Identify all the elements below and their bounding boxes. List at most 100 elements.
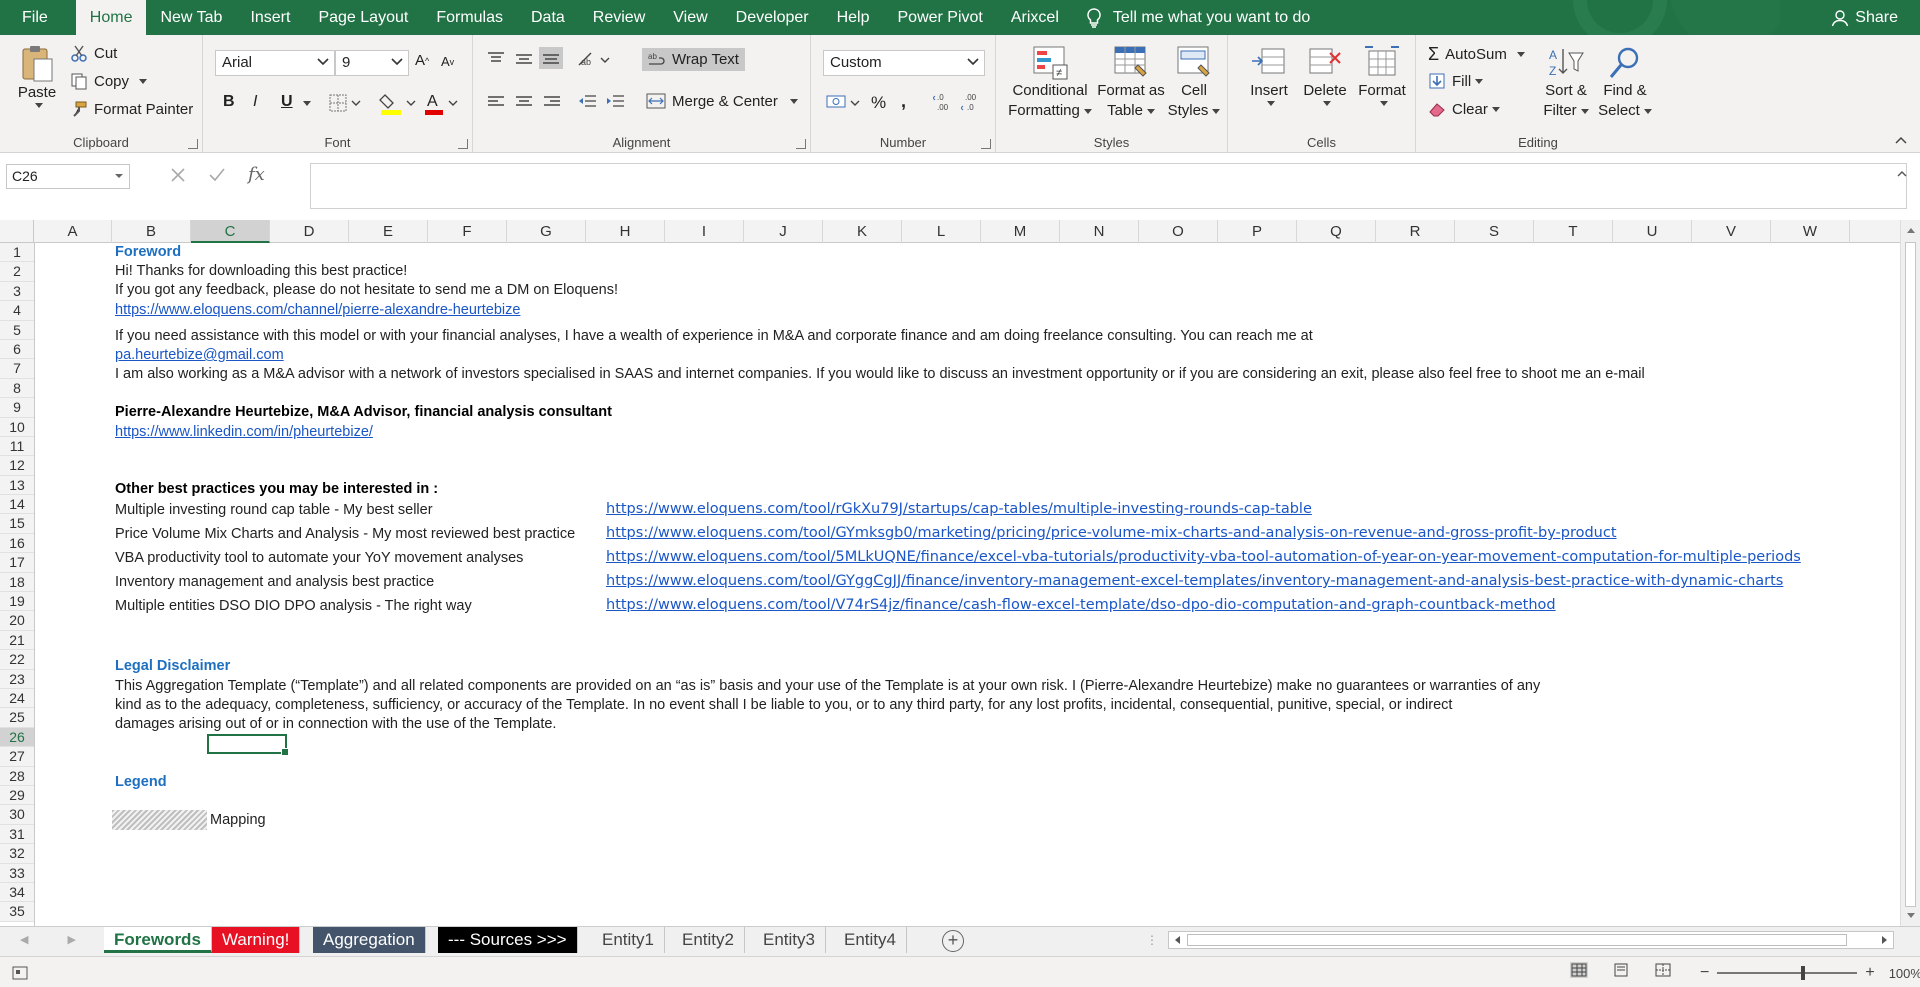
practice-link[interactable]: https://www.eloquens.com/tool/GYggCgJJ/f… xyxy=(606,572,1783,591)
row-header-25[interactable]: 25 xyxy=(0,708,34,728)
increase-indent-icon[interactable] xyxy=(605,93,625,111)
normal-view-icon[interactable] xyxy=(1570,962,1588,978)
column-header-s[interactable]: S xyxy=(1455,220,1534,243)
row-header-5[interactable]: 5 xyxy=(0,320,34,340)
increase-font-icon[interactable]: A ^ xyxy=(415,52,429,69)
tab-scroll-arrows[interactable]: ◀ ▶ xyxy=(20,933,94,946)
bold-button[interactable]: B xyxy=(223,93,235,111)
column-header-c[interactable]: C xyxy=(191,220,270,243)
menu-formulas[interactable]: Formulas xyxy=(422,0,517,35)
zoom-level[interactable]: 100% xyxy=(1889,966,1920,981)
page-layout-view-icon[interactable] xyxy=(1612,962,1630,978)
format-as-table-button[interactable]: Format as Table xyxy=(1096,45,1166,121)
row-header-7[interactable]: 7 xyxy=(0,359,34,379)
row-header-4[interactable]: 4 xyxy=(0,301,34,321)
scroll-down-icon[interactable] xyxy=(1906,912,1916,920)
zoom-slider-knob[interactable] xyxy=(1801,966,1806,980)
eloquens-channel-link[interactable]: https://www.eloquens.com/channel/pierre-… xyxy=(115,301,520,320)
row-header-21[interactable]: 21 xyxy=(0,630,34,651)
row-header-18[interactable]: 18 xyxy=(0,572,34,593)
page-break-view-icon[interactable] xyxy=(1654,962,1672,978)
clear-button[interactable]: Clear xyxy=(1428,100,1500,118)
menu-insert[interactable]: Insert xyxy=(236,0,304,35)
tab-entity1[interactable]: Entity1 xyxy=(592,927,665,953)
horizontal-scroll-thumb[interactable] xyxy=(1187,934,1847,946)
row-header-2[interactable]: 2 xyxy=(0,262,34,282)
row-header-12[interactable]: 12 xyxy=(0,456,34,476)
row-header-14[interactable]: 14 xyxy=(0,495,34,515)
column-header-n[interactable]: N xyxy=(1060,220,1139,243)
vertical-scrollbar[interactable] xyxy=(1900,220,1920,926)
increase-decimal-icon[interactable]: .0.00 xyxy=(933,91,955,113)
practice-link[interactable]: https://www.eloquens.com/tool/5MLkUQNE/f… xyxy=(606,548,1801,567)
align-center-icon[interactable] xyxy=(515,95,533,109)
tab-entity3[interactable]: Entity3 xyxy=(753,927,826,953)
menu-arixcel[interactable]: Arixcel xyxy=(997,0,1073,35)
fill-button[interactable]: Fill xyxy=(1428,72,1484,90)
menu-new-tab[interactable]: New Tab xyxy=(146,0,236,35)
row-header-22[interactable]: 22 xyxy=(0,650,34,670)
zoom-slider[interactable] xyxy=(1717,966,1858,980)
select-all-corner[interactable] xyxy=(0,220,34,243)
insert-cells-button[interactable]: Insert xyxy=(1244,45,1294,106)
align-bottom-icon[interactable] xyxy=(539,47,563,69)
row-header-32[interactable]: 32 xyxy=(0,844,34,864)
row-header-16[interactable]: 16 xyxy=(0,533,34,554)
row-header-26[interactable]: 26 xyxy=(0,727,34,748)
menu-power-pivot[interactable]: Power Pivot xyxy=(884,0,997,35)
column-header-j[interactable]: J xyxy=(744,220,823,243)
fill-color-icon[interactable] xyxy=(379,91,419,115)
column-header-w[interactable]: W xyxy=(1771,220,1850,243)
row-header-15[interactable]: 15 xyxy=(0,514,34,534)
merge-dropdown-icon[interactable] xyxy=(789,98,798,104)
delete-cells-button[interactable]: Delete xyxy=(1300,45,1350,106)
active-cell-c26[interactable] xyxy=(207,734,289,756)
scroll-right-icon[interactable] xyxy=(1881,935,1889,945)
practice-link[interactable]: https://www.eloquens.com/tool/rGkXu79J/s… xyxy=(606,500,1312,519)
row-header-28[interactable]: 28 xyxy=(0,766,34,786)
column-header-o[interactable]: O xyxy=(1139,220,1218,243)
font-launcher-icon[interactable] xyxy=(458,139,468,149)
find-select-button[interactable]: Find & Select xyxy=(1596,45,1654,121)
row-header-23[interactable]: 23 xyxy=(0,669,34,689)
row-header-27[interactable]: 27 xyxy=(0,747,34,767)
align-top-icon[interactable] xyxy=(487,51,505,65)
decrease-font-icon[interactable]: Av xyxy=(441,54,454,69)
column-header-p[interactable]: P xyxy=(1218,220,1297,243)
row-header-35[interactable]: 35 xyxy=(0,902,34,922)
borders-icon[interactable] xyxy=(328,93,364,113)
menu-data[interactable]: Data xyxy=(517,0,579,35)
format-painter-button[interactable]: Format Painter xyxy=(70,100,193,118)
align-middle-icon[interactable] xyxy=(515,53,533,67)
underline-dropdown-icon[interactable] xyxy=(303,101,311,106)
sort-filter-button[interactable]: AZ Sort & Filter xyxy=(1540,45,1592,121)
format-cells-button[interactable]: Format xyxy=(1354,45,1410,106)
zoom-out-icon[interactable]: − xyxy=(1700,964,1709,982)
practice-link[interactable]: https://www.eloquens.com/tool/V74rS4jz/f… xyxy=(606,596,1556,615)
vertical-scroll-thumb[interactable] xyxy=(1905,242,1916,907)
paste-dropdown-icon[interactable] xyxy=(35,103,43,108)
menu-page-layout[interactable]: Page Layout xyxy=(304,0,422,35)
collapse-ribbon-icon[interactable] xyxy=(1894,135,1908,145)
column-header-r[interactable]: R xyxy=(1376,220,1455,243)
row-header-19[interactable]: 19 xyxy=(0,592,34,612)
column-header-m[interactable]: M xyxy=(981,220,1060,243)
column-header-l[interactable]: L xyxy=(902,220,981,243)
cell-styles-button[interactable]: Cell Styles xyxy=(1164,45,1224,121)
menu-view[interactable]: View xyxy=(659,0,721,35)
add-sheet-icon[interactable]: + xyxy=(942,930,964,952)
enter-icon[interactable] xyxy=(208,167,226,183)
row-header-31[interactable]: 31 xyxy=(0,824,34,845)
column-header-h[interactable]: H xyxy=(586,220,665,243)
copy-button[interactable]: Copy xyxy=(70,72,148,90)
menu-developer[interactable]: Developer xyxy=(722,0,823,35)
row-header-6[interactable]: 6 xyxy=(0,339,34,360)
autosum-button[interactable]: Σ AutoSum xyxy=(1428,44,1525,65)
row-header-20[interactable]: 20 xyxy=(0,611,34,631)
copy-dropdown-icon[interactable] xyxy=(139,78,148,84)
share-button[interactable]: Share xyxy=(1831,0,1898,35)
column-header-b[interactable]: B xyxy=(112,220,191,243)
row-header-33[interactable]: 33 xyxy=(0,863,34,883)
number-format-select[interactable]: Custom xyxy=(823,50,985,76)
row-header-13[interactable]: 13 xyxy=(0,475,34,496)
